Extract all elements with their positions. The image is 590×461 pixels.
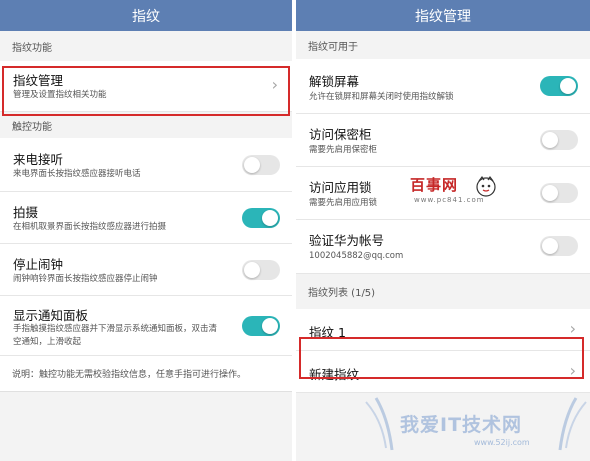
titlebar: 指纹 bbox=[0, 0, 292, 31]
notification-panel-row[interactable]: 显示通知面板 手指触摸指纹感应器并下滑显示系统通知面板，双击清 空通知，上滑收起 bbox=[0, 296, 292, 356]
row-title: 指纹 1 bbox=[309, 325, 346, 340]
row-subtitle-line2: 空通知，上滑收起 bbox=[13, 337, 82, 347]
stop-alarm-toggle[interactable] bbox=[242, 260, 280, 280]
note-row: 说明：触控功能无需校验指纹信息，任意手指可进行操作。 bbox=[0, 356, 292, 392]
row-title: 拍摄 bbox=[13, 205, 39, 220]
row-title: 停止闹钟 bbox=[13, 257, 64, 272]
fingerprint-1-row[interactable]: 指纹 1 › bbox=[296, 309, 590, 351]
row-subtitle: 允许在锁屏和屏幕关闭时使用指纹解锁 bbox=[309, 92, 454, 102]
row-subtitle: 闹钟响铃界面长按指纹感应器停止闹钟 bbox=[13, 274, 158, 284]
stop-alarm-row[interactable]: 停止闹钟 闹钟响铃界面长按指纹感应器停止闹钟 bbox=[0, 244, 292, 296]
unlock-screen-row[interactable]: 解锁屏幕 允许在锁屏和屏幕关闭时使用指纹解锁 bbox=[296, 59, 590, 114]
account-email: 1002045882@qq.com bbox=[309, 251, 404, 261]
app-lock-toggle[interactable] bbox=[540, 183, 578, 203]
unlock-screen-toggle[interactable] bbox=[540, 76, 578, 96]
row-subtitle-line1: 手指触摸指纹感应器并下滑显示系统通知面板，双击清 bbox=[13, 324, 218, 334]
row-title: 指纹管理 bbox=[13, 73, 64, 88]
private-safe-toggle[interactable] bbox=[540, 130, 578, 150]
camera-shoot-toggle[interactable] bbox=[242, 208, 280, 228]
section-header-list: 指纹列表 (1/5) bbox=[296, 274, 590, 309]
section-header-usage: 指纹可用于 bbox=[296, 31, 590, 59]
huawei-account-row[interactable]: 验证华为帐号 1002045882@qq.com bbox=[296, 220, 590, 274]
site-logo-watermark: 百事网 www.pc841.com bbox=[410, 174, 502, 214]
page-title: 指纹管理 bbox=[415, 8, 471, 25]
row-title: 来电接听 bbox=[13, 152, 64, 167]
page-title: 指纹 bbox=[132, 8, 160, 25]
row-title: 访问保密柜 bbox=[309, 127, 372, 142]
row-subtitle: 管理及设置指纹相关功能 bbox=[13, 90, 107, 100]
incoming-call-toggle[interactable] bbox=[242, 155, 280, 175]
row-subtitle: 需要先启用应用锁 bbox=[309, 198, 378, 208]
row-title: 访问应用锁 bbox=[309, 180, 372, 195]
site-watermark: 我爱IT技术网 www.52ij.com bbox=[362, 388, 588, 458]
fingerprint-settings-panel: 指纹 指纹功能 指纹管理 管理及设置指纹相关功能 › 触控功能 来电接听 来电界… bbox=[0, 0, 292, 461]
row-title: 验证华为帐号 bbox=[309, 233, 385, 248]
logo-text: 百事网 bbox=[410, 176, 459, 194]
section-header-touch: 触控功能 bbox=[0, 112, 292, 138]
row-title: 解锁屏幕 bbox=[309, 74, 360, 89]
mascot-icon bbox=[476, 175, 496, 197]
section-label: 触控功能 bbox=[12, 121, 52, 133]
huawei-account-toggle[interactable] bbox=[540, 236, 578, 256]
section-label: 指纹可用于 bbox=[308, 41, 358, 53]
row-subtitle: 来电界面长按指纹感应器接听电话 bbox=[13, 169, 141, 179]
chevron-right-icon: › bbox=[569, 361, 576, 380]
titlebar: 指纹管理 bbox=[296, 0, 590, 31]
camera-shoot-row[interactable]: 拍摄 在相机取景界面长按指纹感应器进行拍摄 bbox=[0, 192, 292, 244]
chevron-right-icon: › bbox=[569, 319, 576, 338]
row-title: 新建指纹 bbox=[309, 367, 360, 382]
section-label: 指纹列表 (1/5) bbox=[308, 288, 376, 299]
row-subtitle: 需要先启用保密柜 bbox=[309, 145, 378, 155]
fingerprint-manage-row[interactable]: 指纹管理 管理及设置指纹相关功能 › bbox=[0, 61, 292, 112]
touch-note: 说明：触控功能无需校验指纹信息，任意手指可进行操作。 bbox=[12, 370, 247, 380]
watermark-text: 我爱IT技术网 bbox=[400, 414, 523, 436]
new-fingerprint-row[interactable]: 新建指纹 › bbox=[296, 351, 590, 393]
section-label: 指纹功能 bbox=[12, 42, 52, 54]
watermark-url: www.52ij.com bbox=[474, 438, 530, 447]
private-safe-row[interactable]: 访问保密柜 需要先启用保密柜 bbox=[296, 114, 590, 167]
row-title: 显示通知面板 bbox=[13, 308, 89, 323]
incoming-call-row[interactable]: 来电接听 来电界面长按指纹感应器接听电话 bbox=[0, 138, 292, 192]
row-subtitle: 在相机取景界面长按指纹感应器进行拍摄 bbox=[13, 222, 167, 232]
chevron-right-icon: › bbox=[271, 75, 278, 94]
section-header-fingerprint: 指纹功能 bbox=[0, 31, 292, 61]
notification-panel-toggle[interactable] bbox=[242, 316, 280, 336]
